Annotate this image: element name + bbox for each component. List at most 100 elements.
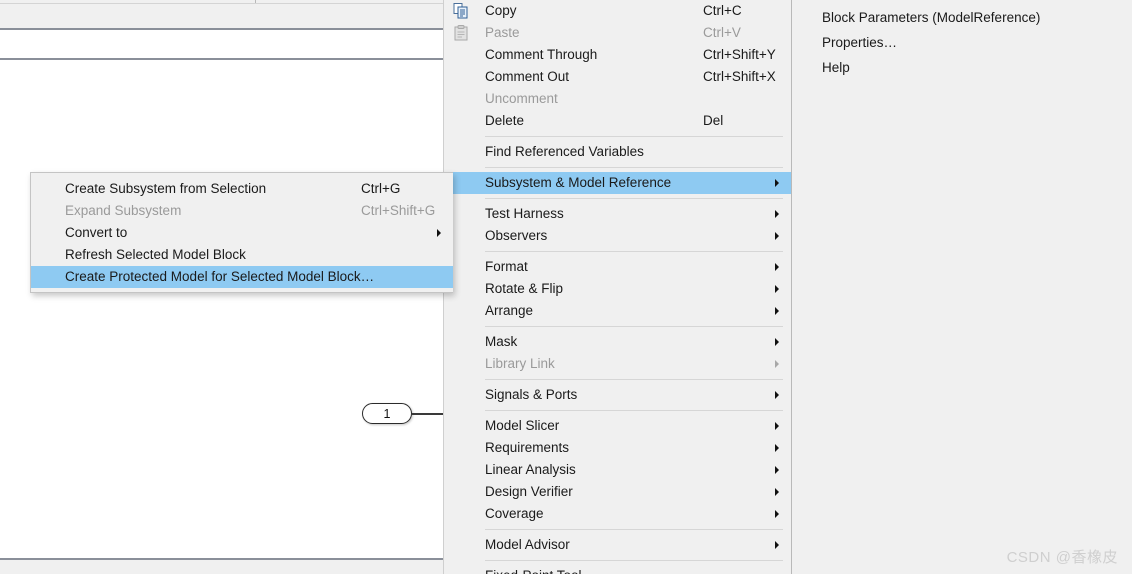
submenu-arrow-icon [775, 285, 779, 293]
menu-item-copy[interactable]: Copy Ctrl+C [444, 0, 791, 22]
menu-item-shortcut: Ctrl+V [703, 25, 741, 40]
menu-separator [485, 560, 783, 561]
menu-item-create-protected-model-for-selected-model-block[interactable]: Create Protected Model for Selected Mode… [31, 266, 453, 288]
menu-item-model-advisor[interactable]: Model Advisor [444, 534, 791, 556]
menu-item-comment-out[interactable]: Comment Out Ctrl+Shift+X [444, 66, 791, 88]
context-menu-overflow[interactable]: Block Parameters (ModelReference) Propert… [792, 0, 1132, 574]
menu-item-shortcut: Ctrl+Shift+X [703, 69, 776, 84]
menu-separator [485, 251, 783, 252]
inport-block[interactable]: 1 [362, 403, 412, 424]
menu-item-shortcut: Del [703, 113, 724, 128]
menu-item-label: Copy [485, 3, 517, 18]
menu-item-uncomment: Uncomment [444, 88, 791, 110]
status-bar [0, 560, 452, 574]
menu-item-label: Library Link [485, 356, 555, 371]
menu-item-test-harness[interactable]: Test Harness [444, 203, 791, 225]
submenu-arrow-icon [775, 360, 779, 368]
menu-item-subsystem-model-reference[interactable]: Subsystem & Model Reference [444, 172, 791, 194]
paste-icon [452, 24, 470, 42]
menu-item-label: Model Slicer [485, 418, 560, 433]
menu-item-label: Mask [485, 334, 518, 349]
menu-item-refresh-selected-model-block[interactable]: Refresh Selected Model Block [31, 244, 453, 266]
menu-item-shortcut: Ctrl+Shift+Y [703, 47, 776, 62]
menu-item-format[interactable]: Format [444, 256, 791, 278]
menu-item-expand-subsystem: Expand Subsystem Ctrl+Shift+G [31, 200, 453, 222]
menu-item-label: Block Parameters (ModelReference) [822, 10, 1041, 25]
submenu-arrow-icon [775, 391, 779, 399]
block-context-menu[interactable]: Copy Ctrl+C Paste Ctrl+V Comment Through Ctrl… [443, 0, 792, 574]
submenu-arrow-icon [775, 541, 779, 549]
csdn-watermark: CSDN @香橡皮 [1006, 549, 1118, 566]
toolstrip-body [0, 4, 452, 30]
menu-item-find-referenced-variables[interactable]: Find Referenced Variables [444, 141, 791, 163]
menu-item-label: Format [485, 259, 528, 274]
menu-item-signals-ports[interactable]: Signals & Ports [444, 384, 791, 406]
menu-item-label: Subsystem & Model Reference [485, 175, 672, 190]
menu-item-block-parameters-modelreference[interactable]: Block Parameters (ModelReference) [792, 5, 1132, 30]
menu-item-shortcut: Ctrl+Shift+G [361, 203, 436, 218]
submenu-arrow-icon [775, 232, 779, 240]
menu-item-label: Delete [485, 113, 525, 128]
menu-item-label: Arrange [485, 303, 534, 318]
menu-separator [485, 410, 783, 411]
menu-item-label: Expand Subsystem [65, 203, 182, 218]
menu-item-label: Linear Analysis [485, 462, 576, 477]
submenu-arrow-icon [775, 210, 779, 218]
menu-item-label: Paste [485, 25, 520, 40]
menu-item-convert-to[interactable]: Convert to [31, 222, 453, 244]
menu-item-rotate-flip[interactable]: Rotate & Flip [444, 278, 791, 300]
menu-item-label: Comment Out [485, 69, 570, 84]
copy-icon [452, 2, 470, 20]
menu-item-properties[interactable]: Properties… [792, 30, 1132, 55]
submenu-arrow-icon [775, 466, 779, 474]
menu-item-create-subsystem-from-selection[interactable]: Create Subsystem from Selection Ctrl+G [31, 178, 453, 200]
submenu-arrow-icon [775, 488, 779, 496]
breadcrumb-bar [0, 30, 452, 60]
menu-item-fixed-point-tool[interactable]: Fixed-Point Tool [444, 565, 791, 574]
menu-item-label: Coverage [485, 506, 544, 521]
menu-item-design-verifier[interactable]: Design Verifier [444, 481, 791, 503]
submenu-arrow-icon [775, 263, 779, 271]
menu-item-label: Uncomment [485, 91, 558, 106]
menu-separator [485, 198, 783, 199]
menu-item-delete[interactable]: Delete Del [444, 110, 791, 132]
menu-item-label: Signals & Ports [485, 387, 578, 402]
menu-item-library-link: Library Link [444, 353, 791, 375]
menu-item-mask[interactable]: Mask [444, 331, 791, 353]
menu-item-label: Test Harness [485, 206, 564, 221]
menu-item-arrange[interactable]: Arrange [444, 300, 791, 322]
menu-item-label: Design Verifier [485, 484, 573, 499]
menu-item-label: Comment Through [485, 47, 598, 62]
menu-item-linear-analysis[interactable]: Linear Analysis [444, 459, 791, 481]
inport-block-label: 1 [383, 406, 391, 421]
submenu-arrow-icon [775, 338, 779, 346]
subsystem-and-model-reference-submenu[interactable]: Create Subsystem from Selection Ctrl+G Exp… [30, 172, 453, 293]
menu-item-label: Requirements [485, 440, 570, 455]
menu-item-model-slicer[interactable]: Model Slicer [444, 415, 791, 437]
menu-item-observers[interactable]: Observers [444, 225, 791, 247]
menu-item-label: Fixed-Point Tool [485, 565, 582, 574]
menu-item-label: Find Referenced Variables [485, 144, 644, 159]
menu-item-help[interactable]: Help [792, 55, 1132, 80]
submenu-arrow-icon [775, 444, 779, 452]
menu-item-label: Create Subsystem from Selection [65, 181, 267, 196]
menu-item-label: Help [822, 60, 850, 75]
menu-item-label: Model Advisor [485, 537, 570, 552]
menu-separator [485, 136, 783, 137]
menu-item-shortcut: Ctrl+G [361, 181, 401, 196]
submenu-arrow-icon [775, 179, 779, 187]
submenu-arrow-icon [437, 229, 441, 237]
submenu-arrow-icon [775, 510, 779, 518]
menu-item-coverage[interactable]: Coverage [444, 503, 791, 525]
model-canvas[interactable]: 1 [0, 60, 452, 558]
menu-item-requirements[interactable]: Requirements [444, 437, 791, 459]
menu-item-comment-through[interactable]: Comment Through Ctrl+Shift+Y [444, 44, 791, 66]
menu-separator [485, 529, 783, 530]
submenu-arrow-icon [775, 422, 779, 430]
menu-item-label: Create Protected Model for Selected Mode… [65, 269, 375, 284]
menu-item-shortcut: Ctrl+C [703, 3, 742, 18]
menu-item-label: Rotate & Flip [485, 281, 564, 296]
menu-separator [485, 379, 783, 380]
menu-item-paste: Paste Ctrl+V [444, 22, 791, 44]
menu-item-label: Properties… [822, 35, 898, 50]
